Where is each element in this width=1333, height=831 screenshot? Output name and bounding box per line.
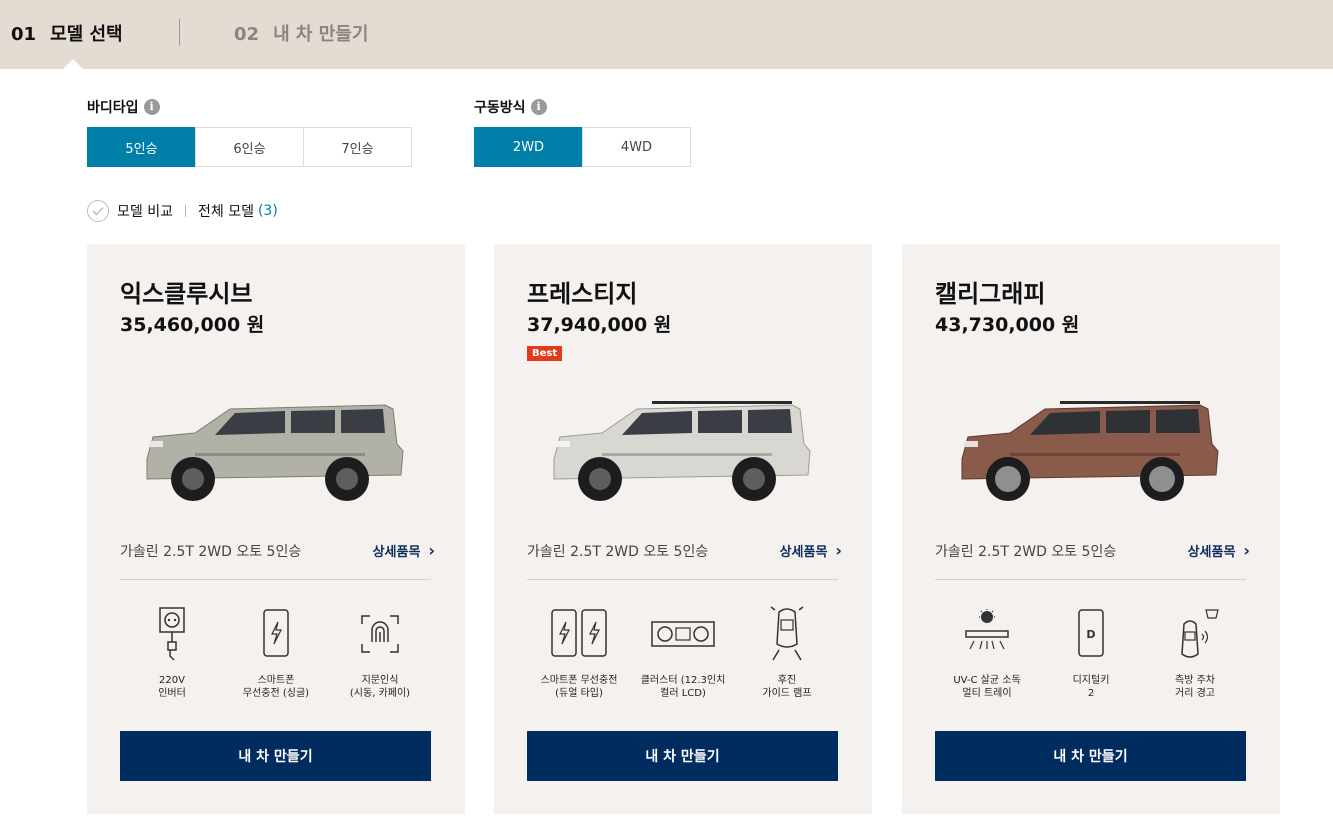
body-type-selector: 5인승 6인승 7인승 (87, 127, 412, 167)
feature-item: 스마트폰 무선충전 (싱글) (224, 604, 328, 700)
feature-label: 지문인식 (시동, 카페이) (349, 675, 411, 699)
feature-label: 220V 인버터 (158, 675, 186, 699)
divider (527, 579, 838, 580)
best-badge: Best (527, 346, 563, 361)
model-card-prestige[interactable]: 프레스티지 37,940,000 원 Best 가솔린 2.5T 2WD 오토 … (494, 244, 872, 814)
detail-link[interactable]: 상세품목 › (780, 541, 842, 560)
digital-key-icon: D (1039, 604, 1143, 664)
car-image (146, 404, 404, 501)
body-type-title: 바디타입 i (87, 97, 160, 117)
outlet-icon (120, 604, 224, 664)
detail-link[interactable]: 상세품목 › (1188, 541, 1250, 560)
step-bar: 01 모델 선택 02 내 차 만들기 (0, 0, 1333, 69)
model-name: 캘리그래피 (935, 280, 1046, 308)
chevron-right-icon: › (835, 541, 842, 560)
step-1-model-select[interactable]: 01 모델 선택 (11, 20, 123, 46)
svg-text:D: D (1086, 628, 1095, 641)
info-icon[interactable]: i (143, 99, 160, 115)
feature-label: 측방 주차 거리 경고 (1175, 675, 1215, 699)
feature-item: 클러스터 (12.3인치 컬러 LCD) (631, 604, 735, 700)
car-image (553, 401, 811, 501)
all-models-label: 전체 모델 (197, 204, 254, 220)
body-type-option-5[interactable]: 5인승 (87, 127, 196, 167)
uvc-tray-icon (935, 604, 1039, 664)
divider (935, 579, 1246, 580)
info-icon[interactable]: i (530, 99, 547, 115)
suv-silhouette (553, 401, 811, 501)
step-number: 02 (234, 24, 260, 45)
model-count: (3) (257, 203, 278, 219)
model-name: 익스클루시브 (120, 280, 253, 308)
step-divider (179, 19, 180, 46)
reverse-guide-lamp-icon (735, 604, 839, 664)
divider (120, 579, 431, 580)
phone-wireless-charge-icon (224, 604, 328, 664)
step-label: 내 차 만들기 (273, 24, 369, 45)
detail-link[interactable]: 상세품목 › (373, 541, 435, 560)
suv-silhouette (961, 401, 1219, 501)
drive-type-option-4wd[interactable]: 4WD (582, 127, 691, 167)
trim-spec: 가솔린 2.5T 2WD 오토 5인승 (527, 544, 709, 560)
build-car-button[interactable]: 내 차 만들기 (527, 731, 838, 781)
side-parking-warning-icon (1143, 604, 1247, 664)
build-car-button[interactable]: 내 차 만들기 (935, 731, 1246, 781)
body-type-label: 바디타입 (87, 100, 139, 116)
model-price: 35,460,000 원 (120, 314, 265, 336)
active-step-caret (63, 59, 83, 69)
compare-row: 모델 비교 전체 모델 (3) (87, 200, 278, 222)
detail-label: 상세품목 (1187, 545, 1236, 560)
detail-label: 상세품목 (372, 545, 421, 560)
cluster-display-icon (631, 604, 735, 664)
drive-type-label: 구동방식 (474, 100, 526, 116)
body-type-option-6[interactable]: 6인승 (195, 127, 304, 167)
model-name: 프레스티지 (527, 280, 638, 308)
feature-label: 클러스터 (12.3인치 컬러 LCD) (640, 675, 726, 699)
car-image (961, 401, 1219, 501)
trim-spec: 가솔린 2.5T 2WD 오토 5인승 (120, 544, 302, 560)
feature-item: 지문인식 (시동, 카페이) (328, 604, 432, 700)
compare-label[interactable]: 모델 비교 (117, 201, 173, 221)
feature-item: 측방 주차 거리 경고 (1143, 604, 1247, 700)
model-price: 37,940,000 원 (527, 314, 672, 336)
chevron-right-icon: › (428, 541, 435, 560)
feature-item: 후진 가이드 램프 (735, 604, 839, 700)
feature-item: D 디지털키 2 (1039, 604, 1143, 700)
drive-type-option-2wd[interactable]: 2WD (474, 127, 583, 167)
compare-check-icon[interactable] (87, 200, 109, 222)
suv-silhouette (146, 404, 404, 501)
feature-label: UV-C 살균 소독 멀티 트레이 (953, 675, 1021, 699)
feature-item: 스마트폰 무선충전 (듀얼 타입) (527, 604, 631, 700)
step-number: 01 (11, 24, 37, 45)
feature-label: 스마트폰 무선충전 (듀얼 타입) (540, 675, 618, 699)
build-car-button[interactable]: 내 차 만들기 (120, 731, 431, 781)
step-label: 모델 선택 (50, 24, 123, 45)
model-card-calligraphy[interactable]: 캘리그래피 43,730,000 원 가솔린 2.5T 2WD 오토 5인승 상… (902, 244, 1280, 814)
feature-label: 스마트폰 무선충전 (싱글) (242, 675, 310, 699)
drive-type-title: 구동방식 i (474, 97, 547, 117)
step-2-build-car[interactable]: 02 내 차 만들기 (234, 20, 368, 46)
feature-item: 220V 인버터 (120, 604, 224, 700)
feature-label: 후진 가이드 램프 (762, 675, 812, 699)
detail-label: 상세품목 (779, 545, 828, 560)
dual-phone-charge-icon (527, 604, 631, 664)
model-price: 43,730,000 원 (935, 314, 1080, 336)
drive-type-selector: 2WD 4WD (474, 127, 691, 167)
feature-item: UV-C 살균 소독 멀티 트레이 (935, 604, 1039, 700)
fingerprint-icon (328, 604, 432, 664)
chevron-right-icon: › (1243, 541, 1250, 560)
separator (184, 205, 186, 217)
trim-spec: 가솔린 2.5T 2WD 오토 5인승 (935, 544, 1117, 560)
body-type-option-7[interactable]: 7인승 (303, 127, 412, 167)
feature-label: 디지털키 2 (1072, 675, 1110, 699)
model-card-exclusive[interactable]: 익스클루시브 35,460,000 원 가솔린 2.5T 2WD 오토 5인승 … (87, 244, 465, 814)
